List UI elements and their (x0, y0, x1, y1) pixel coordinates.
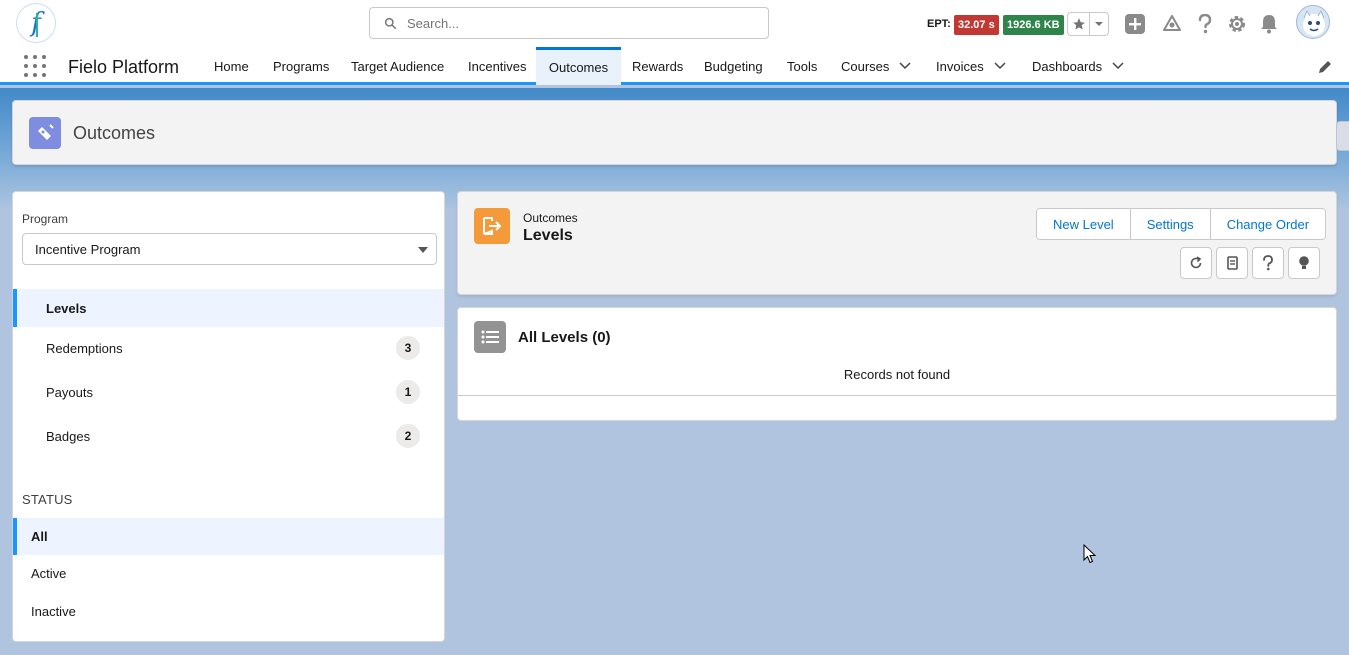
nav-tab-courses[interactable]: Courses (841, 47, 911, 85)
left-filter-panel: Program Incentive Program Levels Redempt… (12, 191, 445, 642)
global-add-icon[interactable] (1123, 12, 1147, 36)
count-badge: 1 (396, 380, 420, 404)
list-title: All Levels (0) (518, 329, 611, 346)
settings-button[interactable]: Settings (1130, 209, 1211, 239)
chevron-down-icon[interactable] (994, 62, 1006, 70)
record-title: Levels (523, 227, 573, 244)
refresh-icon (1190, 256, 1202, 269)
app-navigation-bar: Fielo Platform Home Programs Target Audi… (0, 47, 1349, 85)
notifications-bell-icon[interactable] (1257, 12, 1281, 36)
global-header: f EPT: 32.07 s 1926.6 KB (0, 0, 1349, 47)
notes-button[interactable] (1216, 247, 1248, 279)
chevron-down-icon[interactable] (899, 62, 911, 70)
favorite-star-icon[interactable] (1068, 13, 1090, 35)
nav-tab-home[interactable]: Home (214, 47, 249, 85)
caret-down-icon (418, 247, 428, 253)
edit-nav-pencil-icon[interactable] (1317, 59, 1333, 75)
fielo-logo[interactable]: f (16, 3, 56, 43)
action-button-group: New Level Settings Change Order (1036, 208, 1327, 240)
page-header: Outcomes (12, 100, 1349, 165)
favorites-dropdown-icon[interactable] (1090, 13, 1108, 35)
empty-state-message: Records not found (843, 367, 951, 382)
outcomes-object-icon (29, 117, 61, 149)
page-title: Outcomes (73, 123, 156, 143)
setup-gear-icon[interactable] (1225, 12, 1249, 36)
nav-tab-incentives[interactable]: Incentives (468, 47, 527, 85)
chevron-down-icon[interactable] (1112, 62, 1124, 70)
status-heading: STATUS (22, 492, 73, 507)
search-icon (384, 17, 397, 29)
change-order-button[interactable]: Change Order (1210, 209, 1326, 239)
nav-tab-target-audience[interactable]: Target Audience (351, 47, 444, 85)
levels-object-icon (474, 208, 510, 244)
tips-button[interactable] (1288, 247, 1320, 279)
side-nav-badges[interactable]: Badges 2 (13, 417, 444, 455)
notebook-icon (1227, 256, 1238, 270)
side-nav-redemptions[interactable]: Redemptions 3 (13, 329, 444, 367)
count-badge: 3 (396, 336, 420, 360)
app-launcher-icon[interactable] (24, 55, 46, 77)
program-select-value: Incentive Program (35, 241, 141, 257)
status-filter-inactive[interactable]: Inactive (13, 593, 444, 630)
record-help-button[interactable] (1252, 247, 1284, 279)
side-nav-levels[interactable]: Levels (13, 289, 444, 327)
count-badge: 2 (396, 424, 420, 448)
user-avatar[interactable] (1296, 5, 1330, 39)
status-filter-active[interactable]: Active (13, 555, 444, 592)
nav-tab-dashboards[interactable]: Dashboards (1032, 47, 1124, 85)
program-label: Program (22, 212, 69, 226)
app-name: Fielo Platform (68, 57, 180, 77)
global-search[interactable] (369, 7, 769, 39)
ept-time-badge: 32.07 s (954, 15, 999, 35)
list-icon (474, 321, 506, 353)
ept-size-badge: 1926.6 KB (1003, 15, 1064, 35)
refresh-button[interactable] (1180, 247, 1212, 279)
mouse-cursor-icon (1083, 544, 1097, 564)
list-divider (458, 395, 1336, 396)
side-nav-payouts[interactable]: Payouts 1 (13, 373, 444, 411)
new-level-button[interactable]: New Level (1037, 209, 1131, 239)
levels-header-card: Outcomes Levels New Level Settings Chang… (457, 191, 1337, 295)
trailhead-icon[interactable] (1160, 12, 1184, 36)
favorites-button-group (1067, 12, 1109, 36)
nav-tab-programs[interactable]: Programs (273, 47, 329, 85)
object-label: Outcomes (523, 211, 578, 225)
nav-tab-budgeting[interactable]: Budgeting (704, 47, 763, 85)
question-icon (1263, 255, 1273, 271)
status-filter-all[interactable]: All (13, 518, 444, 555)
program-select[interactable]: Incentive Program (22, 233, 437, 265)
nav-tab-tools[interactable]: Tools (787, 47, 817, 85)
lightbulb-icon (1299, 256, 1309, 269)
nav-tab-outcomes[interactable]: Outcomes (536, 47, 621, 85)
nav-tab-rewards[interactable]: Rewards (632, 47, 683, 85)
side-panel-toggle[interactable] (1336, 121, 1349, 151)
nav-tab-invoices[interactable]: Invoices (936, 47, 1006, 85)
help-icon[interactable] (1193, 12, 1217, 36)
search-input[interactable] (407, 15, 747, 31)
levels-list-card: All Levels (0) Records not found (457, 307, 1337, 421)
ept-label: EPT: (927, 18, 951, 30)
